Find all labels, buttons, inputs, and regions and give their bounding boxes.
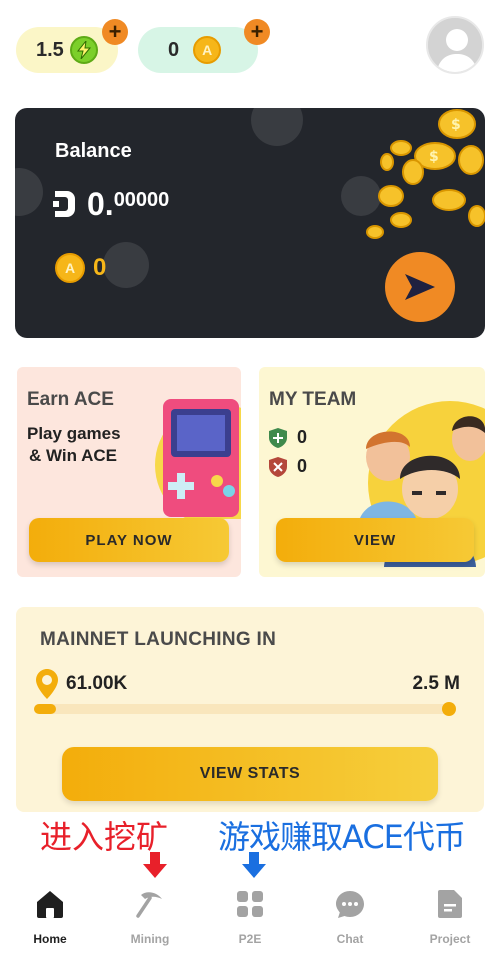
mainnet-target-value: 2.5 M	[412, 673, 460, 694]
my-team-card: MY TEAM 0 0 VIEW	[259, 367, 485, 577]
view-team-button[interactable]: VIEW	[276, 518, 474, 562]
nav-label-mining: Mining	[130, 932, 170, 946]
mainnet-title: MAINNET LAUNCHING IN	[40, 629, 277, 650]
red-down-arrow-icon	[143, 852, 167, 878]
active-members-stat: 0	[269, 427, 307, 448]
earn-ace-subtitle: Play games & Win ACE	[27, 423, 121, 467]
svg-text:$: $	[429, 149, 439, 165]
mainnet-current-value: 61.00K	[66, 673, 128, 694]
coin-value: 0	[168, 38, 180, 61]
earn-subtitle-line1: Play games	[27, 424, 121, 443]
balance-card: Balance 0. 00000 A 0 $ $	[15, 108, 485, 338]
play-now-button[interactable]: PLAY NOW	[29, 518, 229, 562]
nav-item-mining[interactable]: Mining	[100, 878, 200, 963]
send-button[interactable]	[385, 252, 455, 322]
nav-label-project: Project	[429, 932, 471, 946]
document-icon	[434, 888, 466, 920]
earn-ace-title: Earn ACE	[27, 389, 114, 410]
user-silhouette-icon	[428, 18, 482, 72]
chat-icon	[334, 888, 366, 920]
nav-label-chat: Chat	[336, 932, 364, 946]
send-arrow-icon	[405, 274, 435, 300]
ace-coin-icon: A	[55, 253, 85, 283]
nav-item-p2e[interactable]: P2E	[200, 878, 300, 963]
shield-plus-icon	[269, 427, 287, 448]
blue-down-arrow-icon	[242, 852, 266, 878]
ace-coin-icon: A	[193, 36, 222, 64]
grid-icon	[234, 888, 266, 920]
shield-cross-icon	[269, 456, 287, 477]
ace-coin-balance: A 0	[55, 253, 106, 283]
profile-avatar[interactable]	[426, 16, 484, 74]
balance-amount: 0. 00000	[53, 184, 169, 224]
energy-value: 1.5	[36, 38, 64, 61]
earn-subtitle-line2: & Win ACE	[29, 446, 117, 465]
ace-token-icon	[53, 191, 75, 217]
ace-coin-count: 0	[93, 254, 107, 281]
home-icon	[34, 888, 66, 920]
mainnet-progress-bar	[34, 702, 456, 716]
nav-item-home[interactable]: Home	[0, 878, 100, 963]
inactive-members-stat: 0	[269, 456, 307, 477]
location-pin-icon	[36, 669, 58, 699]
add-energy-button[interactable]: +	[102, 19, 128, 45]
balance-amount-decimals: 00000	[113, 189, 170, 211]
my-team-title: MY TEAM	[269, 389, 357, 410]
inactive-members-count: 0	[297, 456, 308, 476]
nav-label-p2e: P2E	[238, 932, 262, 946]
coin-balance-pill: 0 A	[138, 27, 258, 73]
nav-label-home: Home	[33, 932, 67, 946]
pickaxe-icon	[134, 888, 166, 920]
nav-item-project[interactable]: Project	[400, 878, 500, 963]
add-coin-button[interactable]: +	[244, 19, 270, 45]
lightning-icon	[69, 36, 98, 64]
active-members-count: 0	[297, 427, 308, 447]
balance-title: Balance	[55, 140, 132, 162]
balance-amount-main: 0.	[87, 186, 114, 222]
view-stats-button[interactable]: VIEW STATS	[62, 747, 438, 801]
falling-coins-illustration: $ $	[366, 109, 485, 239]
nav-item-chat[interactable]: Chat	[300, 878, 400, 963]
mainnet-card: MAINNET LAUNCHING IN 61.00K 2.5 M VIEW S…	[16, 607, 484, 812]
game-console-illustration	[155, 399, 241, 519]
mainnet-progress-end-marker	[442, 702, 456, 716]
svg-text:$: $	[451, 117, 461, 133]
bottom-nav: Home Mining P2E Chat Project	[0, 878, 500, 963]
earn-ace-card: Earn ACE Play games & Win ACE PLAY NOW	[17, 367, 241, 577]
mainnet-progress-fill	[34, 704, 56, 714]
